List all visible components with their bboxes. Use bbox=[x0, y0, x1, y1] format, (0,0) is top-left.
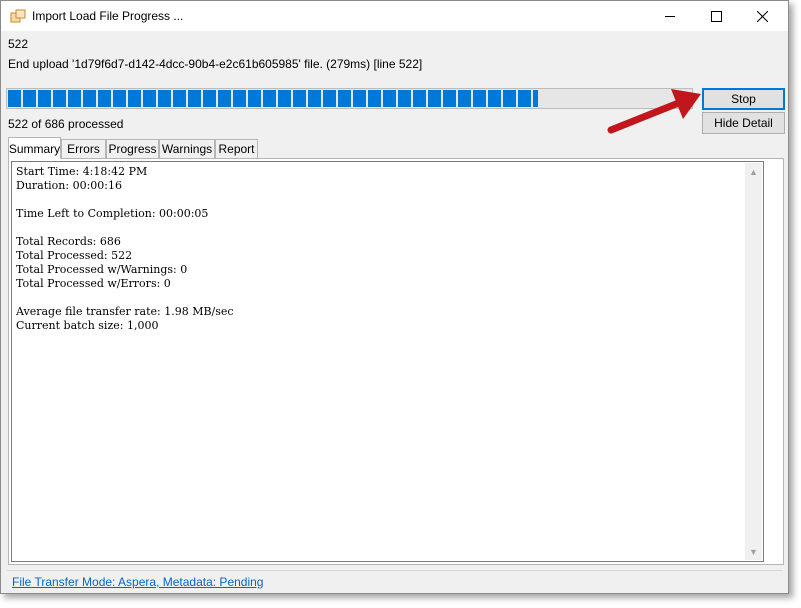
close-icon bbox=[756, 10, 768, 22]
scroll-up-icon[interactable]: ▲ bbox=[745, 163, 762, 180]
summary-line: Total Processed w/Errors: 0 bbox=[16, 277, 171, 290]
summary-panel: Start Time: 4:18:42 PM Duration: 00:00:1… bbox=[8, 158, 784, 565]
close-button[interactable] bbox=[739, 1, 785, 31]
import-progress-window: Import Load File Progress ... 522 End up… bbox=[0, 0, 789, 594]
processed-count-label: 522 of 686 processed bbox=[8, 117, 124, 131]
maximize-button[interactable] bbox=[693, 1, 739, 31]
scroll-down-icon[interactable]: ▼ bbox=[745, 543, 762, 560]
status-message: End upload '1d79f6d7-d142-4dcc-90b4-e2c6… bbox=[8, 57, 423, 71]
stop-button[interactable]: Stop bbox=[702, 88, 785, 110]
title-bar[interactable]: Import Load File Progress ... bbox=[1, 1, 788, 31]
red-arrow-icon bbox=[607, 89, 701, 134]
tab-report[interactable]: Report bbox=[215, 139, 258, 158]
summary-line: Total Processed: 522 bbox=[16, 249, 133, 262]
summary-line: Time Left to Completion: 00:00:05 bbox=[16, 207, 209, 220]
tab-errors[interactable]: Errors bbox=[61, 139, 106, 158]
tab-progress[interactable]: Progress bbox=[106, 139, 159, 158]
minimize-button[interactable] bbox=[647, 1, 693, 31]
status-record-count: 522 bbox=[8, 37, 29, 51]
maximize-icon bbox=[710, 10, 722, 22]
summary-line: Average file transfer rate: 1.98 MB/sec bbox=[16, 305, 234, 318]
progress-fill bbox=[8, 90, 538, 107]
summary-line: Total Processed w/Warnings: 0 bbox=[16, 263, 188, 276]
vertical-scrollbar[interactable]: ▲ ▼ bbox=[745, 163, 762, 560]
minimize-icon bbox=[664, 15, 675, 17]
file-transfer-mode-link[interactable]: File Transfer Mode: Aspera, Metadata: Pe… bbox=[12, 575, 263, 589]
window-title: Import Load File Progress ... bbox=[32, 9, 184, 23]
tab-warnings[interactable]: Warnings bbox=[159, 139, 215, 158]
hide-detail-button[interactable]: Hide Detail bbox=[702, 112, 785, 134]
tab-summary[interactable]: Summary bbox=[8, 137, 61, 159]
summary-line: Start Time: 4:18:42 PM bbox=[16, 165, 148, 178]
summary-line: Duration: 00:00:16 bbox=[16, 179, 122, 192]
summary-textbox[interactable]: Start Time: 4:18:42 PM Duration: 00:00:1… bbox=[11, 161, 764, 562]
app-window-icon bbox=[10, 9, 26, 23]
upload-progress-bar bbox=[6, 88, 693, 109]
footer-divider bbox=[7, 570, 783, 571]
summary-line: Current batch size: 1,000 bbox=[16, 319, 159, 332]
summary-line: Total Records: 686 bbox=[16, 235, 121, 248]
